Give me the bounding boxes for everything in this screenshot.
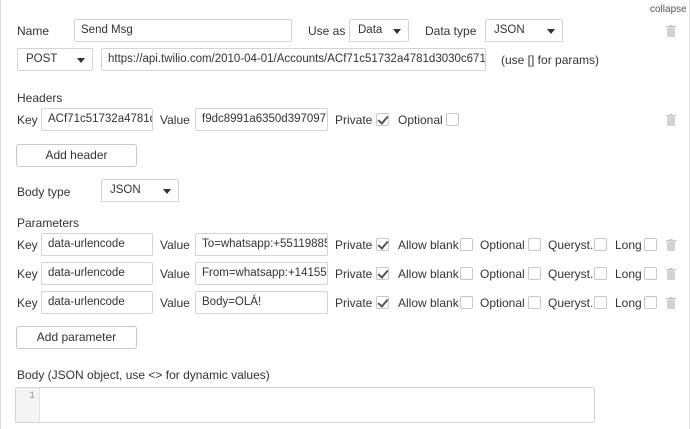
param-key-label: Key	[17, 238, 38, 252]
chevron-down-icon	[77, 58, 85, 63]
url-hint: (use [] for params)	[501, 53, 600, 67]
data-type-select[interactable]: JSON	[485, 19, 563, 42]
name-label: Name	[17, 24, 50, 38]
param-optional-label: Optional	[480, 296, 525, 310]
param-allow-blank-checkbox[interactable]	[460, 238, 473, 251]
param-private-label: Private	[335, 238, 373, 252]
headers-section-label: Headers	[17, 91, 63, 105]
add-header-button[interactable]: Add header	[16, 144, 137, 167]
param-allow-blank-checkbox[interactable]	[460, 296, 473, 309]
method-select[interactable]: POST	[17, 48, 93, 71]
trash-icon[interactable]	[666, 114, 676, 126]
chevron-down-icon	[393, 29, 401, 34]
param-key-input[interactable]: data-urlencode	[41, 262, 153, 285]
trash-icon[interactable]	[666, 239, 676, 251]
body-type-label: Body type	[17, 185, 71, 199]
param-key-input[interactable]: data-urlencode	[41, 233, 153, 256]
header-key-input[interactable]: ACf71c51732a4781d3	[41, 108, 153, 131]
param-optional-checkbox[interactable]	[528, 267, 541, 280]
param-value-input[interactable]: Body=OLÁ!	[195, 291, 328, 314]
param-long-label: Long	[615, 267, 642, 281]
param-value-label: Value	[160, 238, 190, 252]
param-value-input[interactable]: To=whatsapp:+55119885	[195, 233, 328, 256]
param-long-checkbox[interactable]	[644, 238, 657, 251]
use-as-label: Use as	[308, 24, 346, 38]
add-parameter-button[interactable]: Add parameter	[16, 326, 137, 349]
header-key-label: Key	[17, 113, 38, 127]
header-value-label: Value	[160, 113, 190, 127]
param-allow-blank-label: Allow blank	[398, 238, 459, 252]
param-optional-checkbox[interactable]	[528, 238, 541, 251]
param-queryst-label: Queryst.	[548, 238, 594, 252]
param-optional-checkbox[interactable]	[528, 296, 541, 309]
param-private-checkbox[interactable]	[376, 296, 389, 309]
url-input[interactable]: https://api.twilio.com/2010-04-01/Accoun…	[101, 48, 486, 71]
param-queryst-checkbox[interactable]	[594, 296, 607, 309]
collapse-link[interactable]: collapse	[650, 3, 687, 17]
param-private-label: Private	[335, 267, 373, 281]
header-optional-checkbox[interactable]	[446, 113, 459, 126]
chevron-down-icon	[547, 29, 555, 34]
chevron-down-icon	[163, 189, 171, 194]
name-input[interactable]: Send Msg	[74, 19, 292, 42]
data-type-label: Data type	[425, 24, 477, 38]
param-private-checkbox[interactable]	[376, 238, 389, 251]
method-value: POST	[26, 53, 58, 65]
api-call-panel: collapse Name Send Msg Use as Data Data …	[0, 0, 690, 429]
param-key-label: Key	[17, 296, 38, 310]
header-value-input[interactable]: f9dc8991a6350d3970971	[195, 108, 328, 131]
header-optional-label: Optional	[398, 113, 443, 127]
body-editor-label: Body (JSON object, use <> for dynamic va…	[17, 368, 270, 382]
line-number-gutter: 1	[16, 388, 40, 422]
parameters-section-label: Parameters	[17, 216, 80, 230]
param-optional-label: Optional	[480, 238, 525, 252]
param-queryst-label: Queryst.	[548, 267, 594, 281]
param-queryst-checkbox[interactable]	[594, 238, 607, 251]
param-private-checkbox[interactable]	[376, 267, 389, 280]
param-value-label: Value	[160, 296, 190, 310]
param-key-input[interactable]: data-urlencode	[41, 291, 153, 314]
param-queryst-checkbox[interactable]	[594, 267, 607, 280]
body-type-value: JSON	[110, 184, 141, 196]
param-allow-blank-checkbox[interactable]	[460, 267, 473, 280]
param-allow-blank-label: Allow blank	[398, 296, 459, 310]
param-queryst-label: Queryst.	[548, 296, 594, 310]
use-as-value: Data	[358, 24, 383, 36]
param-value-input[interactable]: From=whatsapp:+141552	[195, 262, 328, 285]
param-key-label: Key	[17, 267, 38, 281]
trash-icon[interactable]	[666, 268, 676, 280]
param-optional-label: Optional	[480, 267, 525, 281]
use-as-select[interactable]: Data	[349, 19, 409, 42]
body-json-editor[interactable]: 1	[15, 387, 595, 423]
param-long-label: Long	[615, 238, 642, 252]
header-private-label: Private	[335, 113, 373, 127]
param-private-label: Private	[335, 296, 373, 310]
param-long-checkbox[interactable]	[644, 267, 657, 280]
data-type-value: JSON	[494, 24, 525, 36]
trash-icon[interactable]	[666, 297, 676, 309]
param-long-label: Long	[615, 296, 642, 310]
trash-icon[interactable]	[666, 25, 676, 37]
param-allow-blank-label: Allow blank	[398, 267, 459, 281]
param-value-label: Value	[160, 267, 190, 281]
body-type-select[interactable]: JSON	[101, 179, 179, 202]
header-private-checkbox[interactable]	[376, 113, 389, 126]
param-long-checkbox[interactable]	[644, 296, 657, 309]
